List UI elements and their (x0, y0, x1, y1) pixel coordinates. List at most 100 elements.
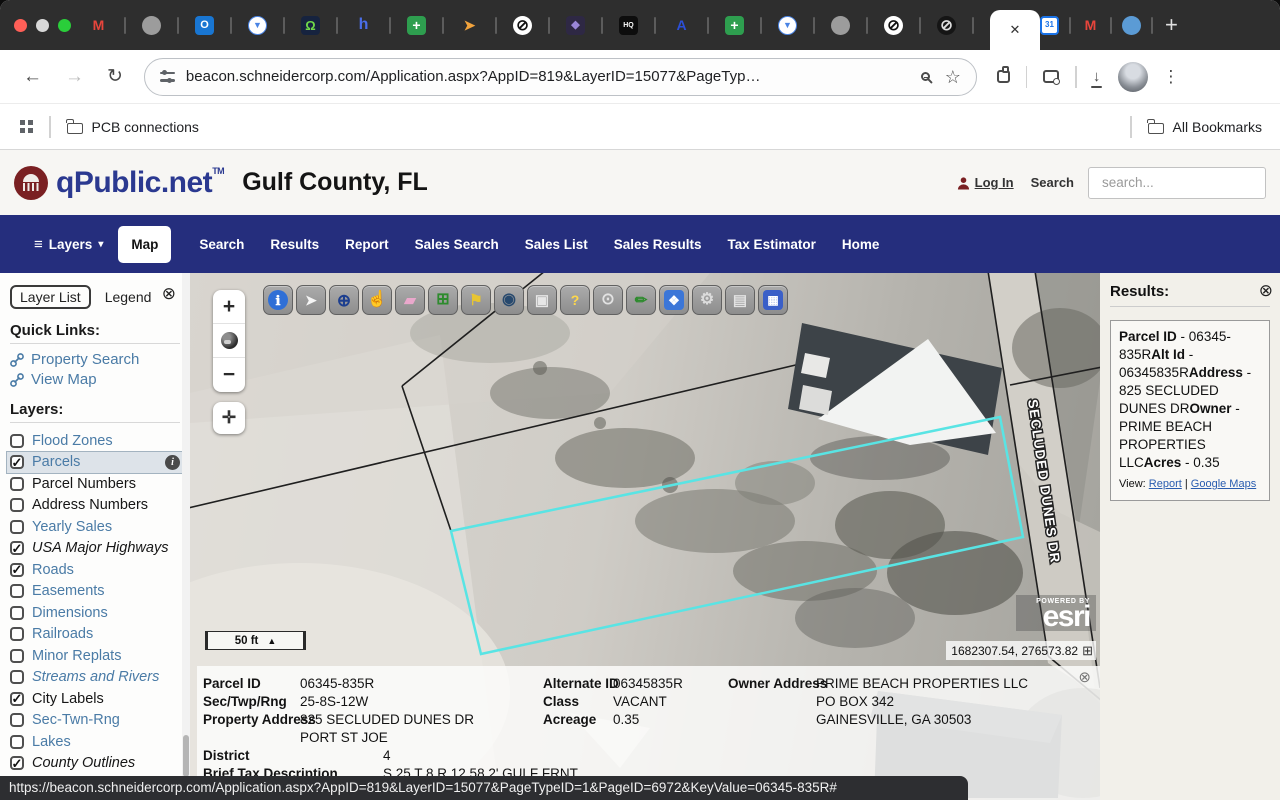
layer-parcels[interactable]: Parcels (32, 454, 80, 470)
pinned-tab-horseshoe[interactable]: Ω (301, 16, 320, 35)
pinned-tab-map-pin[interactable]: ▼ (248, 16, 267, 35)
layer-parcel-numbers[interactable]: Parcel Numbers (32, 476, 136, 492)
layer-lakes[interactable]: Lakes (32, 734, 71, 750)
login-link[interactable]: Log In (975, 175, 1014, 190)
pinned-tab-globe[interactable] (142, 16, 161, 35)
site-search-input[interactable] (1100, 174, 1280, 191)
photo-tool[interactable]: ▣ (527, 285, 557, 315)
back-button[interactable]: ← (23, 67, 42, 86)
layer-info-icon[interactable]: i (165, 455, 180, 470)
marker-tool[interactable]: ⚑ (461, 285, 491, 315)
profile-avatar[interactable] (1118, 62, 1148, 92)
nav-home[interactable]: Home (842, 237, 880, 252)
layer-checkbox[interactable] (10, 670, 24, 684)
save-tool[interactable]: ▦ (758, 285, 788, 315)
pinned-tab-green-plus[interactable]: + (407, 16, 426, 35)
close-tab-icon[interactable]: ✕ (1010, 22, 1021, 38)
results-close-icon[interactable]: ⊗ (1259, 282, 1273, 299)
zoom-in-button[interactable]: + (213, 290, 245, 324)
layer-city-labels[interactable]: City Labels (32, 691, 104, 707)
layer-dimensions[interactable]: Dimensions (32, 605, 108, 621)
result-card[interactable]: Parcel ID - 06345-835RAlt Id - 06345835R… (1110, 320, 1270, 501)
layer-checkbox[interactable] (10, 735, 24, 749)
pinned-tab-globe-2[interactable] (831, 16, 850, 35)
nav-results[interactable]: Results (270, 237, 319, 252)
layer-checkbox[interactable] (10, 627, 24, 641)
nav-sales-list[interactable]: Sales List (525, 237, 588, 252)
nav-tax-estimator[interactable]: Tax Estimator (728, 237, 816, 252)
quick-link-property-search[interactable]: Property Search (10, 351, 180, 368)
nav-map[interactable]: Map (118, 226, 171, 263)
select-area-tool[interactable]: ⊞ (428, 285, 458, 315)
pinned-tab-blue-h[interactable]: h (354, 16, 373, 35)
google-earth-tool[interactable]: ◉ (494, 285, 524, 315)
layer-roads[interactable]: Roads (32, 562, 74, 578)
nav-sales-search[interactable]: Sales Search (415, 237, 499, 252)
layer-checkbox[interactable] (10, 434, 24, 448)
layer-checkbox[interactable]: ✓ (10, 455, 24, 469)
layer-checkbox[interactable] (10, 584, 24, 598)
layer-checkbox[interactable]: ✓ (10, 541, 24, 555)
pinned-tab-map-pin-2[interactable]: ▼ (778, 16, 797, 35)
layer-address-numbers[interactable]: Address Numbers (32, 497, 148, 513)
extent-tool[interactable]: ❖ (659, 285, 689, 315)
tab-layer-list[interactable]: Layer List (10, 285, 91, 309)
pinned-tab-blocked-3[interactable]: ⊘ (937, 16, 956, 35)
pan-tool[interactable]: ☝ (362, 285, 392, 315)
pinned-tab-blocked[interactable]: ⊘ (513, 16, 532, 35)
new-tab-button[interactable]: + (1165, 12, 1178, 38)
google-maps-link[interactable]: Google Maps (1191, 478, 1256, 490)
tab-legend[interactable]: Legend (105, 289, 152, 305)
browser-menu-icon[interactable]: ⋮ (1162, 67, 1179, 87)
layer-checkbox[interactable] (10, 606, 24, 620)
pinned-tab-hq[interactable]: HQ (619, 16, 638, 35)
layer-panel-close-icon[interactable]: ⊗ (162, 285, 176, 302)
pinned-tab-gmail[interactable]: M (89, 16, 108, 35)
layer-county-outlines[interactable]: County Outlines (32, 755, 135, 771)
eraser-tool[interactable]: ▰ (395, 285, 425, 315)
print-tool[interactable]: ▤ (725, 285, 755, 315)
layer-easements[interactable]: Easements (32, 583, 105, 599)
nav-sales-results[interactable]: Sales Results (614, 237, 702, 252)
coords-expand-icon[interactable]: ⊞ (1082, 644, 1093, 657)
identify-tool[interactable]: ℹ (263, 285, 293, 315)
toolbox-tool[interactable]: ⚙ (692, 285, 722, 315)
pinned-tab-purple-cube[interactable]: ◆ (566, 16, 585, 35)
pinned-tab-blue-a[interactable]: A (672, 16, 691, 35)
sketch-tool[interactable]: ✏ (626, 285, 656, 315)
active-tab[interactable]: ✕ (990, 10, 1040, 50)
downloads-icon[interactable]: ↓ (1093, 69, 1101, 84)
extensions-icon[interactable] (997, 70, 1010, 83)
all-bookmarks-button[interactable]: All Bookmarks (1173, 119, 1262, 135)
report-link[interactable]: Report (1149, 478, 1182, 490)
zoom-out-button[interactable]: − (213, 358, 245, 392)
locate-button[interactable]: ✛ (213, 402, 245, 434)
scrollbar-thumb[interactable] (183, 735, 189, 777)
site-info-icon[interactable] (160, 71, 175, 83)
layer-checkbox[interactable] (10, 713, 24, 727)
sidebar-scrollbar[interactable] (182, 273, 190, 800)
layer-checkbox[interactable] (10, 477, 24, 491)
pinned-tab-blocked-2[interactable]: ⊘ (884, 16, 903, 35)
forward-button[interactable]: → (65, 67, 84, 86)
zoom-selection-tool[interactable]: ⊕ (329, 285, 359, 315)
url-text[interactable]: beacon.schneidercorp.com/Application.asp… (186, 68, 921, 85)
minimize-window-button[interactable] (36, 19, 49, 32)
pinned-tab-outlook[interactable]: O (195, 16, 214, 35)
layer-checkbox[interactable] (10, 520, 24, 534)
layer-checkbox[interactable]: ✓ (10, 692, 24, 706)
header-search-button[interactable]: Search (1031, 175, 1074, 190)
pinned-tab-google-calendar[interactable]: 31 (1040, 16, 1059, 35)
zoom-window-button[interactable] (58, 19, 71, 32)
pinned-tab-green-plus-2[interactable]: + (725, 16, 744, 35)
reload-button[interactable]: ↻ (107, 67, 123, 86)
bookmark-star-icon[interactable]: ☆ (945, 68, 961, 86)
select-tool[interactable]: ➤ (296, 285, 326, 315)
layer-flood-zones[interactable]: Flood Zones (32, 433, 113, 449)
nav-report[interactable]: Report (345, 237, 389, 252)
pinned-tab-gmail-2[interactable]: M (1081, 16, 1100, 35)
layer-checkbox[interactable] (10, 498, 24, 512)
map-scale-bar[interactable]: 50 ft ▲ (205, 631, 306, 650)
bookmark-folder-pcb[interactable]: PCB connections (92, 119, 199, 135)
home-extent-button[interactable] (213, 324, 245, 358)
